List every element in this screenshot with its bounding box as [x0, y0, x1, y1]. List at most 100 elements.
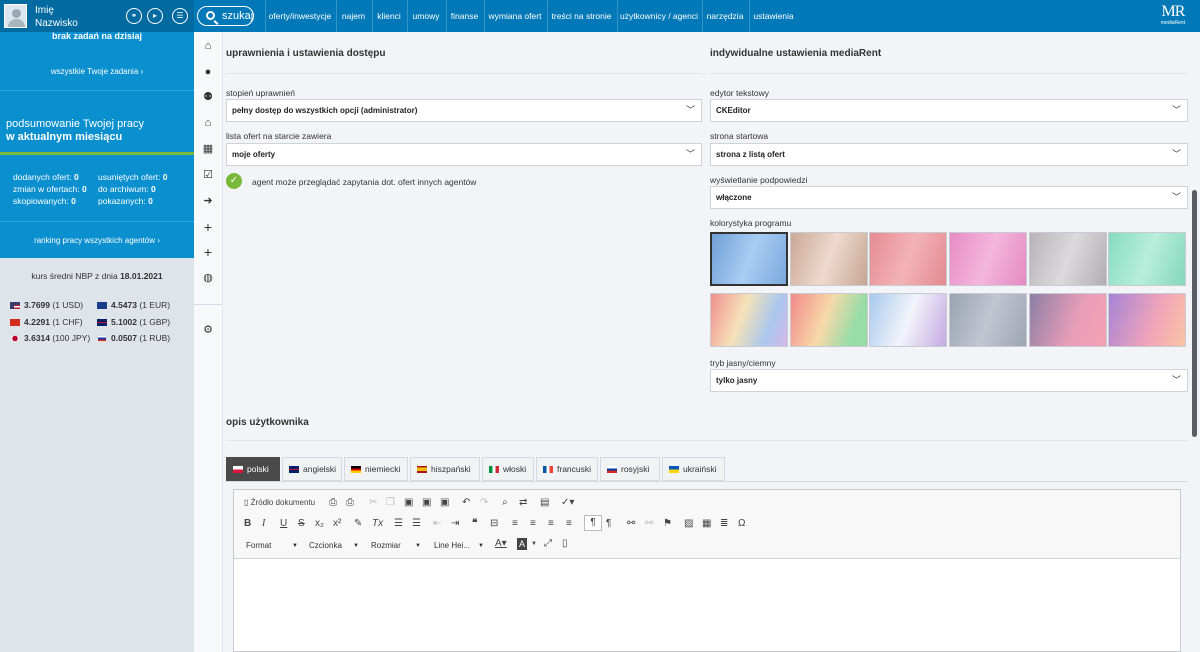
nav-settings[interactable]: ustawienia	[749, 0, 797, 32]
align-center-icon[interactable]: ≡	[530, 518, 536, 530]
underline-icon[interactable]: U	[280, 518, 287, 530]
format-combo[interactable]: Format ▼	[246, 540, 298, 552]
color-swatch-rainbow[interactable]	[710, 293, 788, 347]
nav-clients[interactable]: klienci	[372, 0, 405, 32]
bold-icon[interactable]: B	[244, 518, 251, 530]
text-color-icon[interactable]: A▾	[495, 538, 507, 550]
avatar[interactable]	[4, 4, 27, 28]
ranking-link[interactable]: ranking pracy wszystkich agentów ›	[0, 235, 194, 247]
color-swatch-sunset[interactable]	[790, 293, 868, 347]
size-combo[interactable]: Rozmiar ▼	[371, 540, 421, 552]
color-swatch-gray[interactable]	[1029, 232, 1107, 286]
nav-offers[interactable]: oferty/inwestycje	[265, 0, 334, 32]
scrollbar[interactable]	[1192, 190, 1197, 437]
share-icon[interactable]: ⚭	[126, 8, 142, 24]
calendar-icon[interactable]: ▦	[194, 142, 222, 156]
check-icon[interactable]: ✓	[226, 173, 242, 189]
cut-icon[interactable]: ✂	[369, 497, 377, 509]
subscript-icon[interactable]: x₂	[315, 518, 324, 530]
align-right-icon[interactable]: ≡	[548, 518, 554, 530]
select-all-icon[interactable]: ▤	[540, 497, 549, 509]
table-icon[interactable]: ▦	[702, 518, 711, 530]
preview-icon[interactable]: ⎙	[329, 497, 337, 509]
find-icon[interactable]: ⌕	[502, 497, 508, 509]
house-icon[interactable]: ⌂	[194, 116, 222, 130]
logout-icon[interactable]: ➜	[194, 194, 222, 208]
start-page-select[interactable]: strona z listą ofert ﹀	[710, 143, 1188, 166]
tab-niemiecki[interactable]: niemiecki	[344, 457, 408, 481]
nav-contracts[interactable]: umowy	[407, 0, 444, 32]
remove-format-icon[interactable]: Tx	[372, 518, 383, 530]
globe-icon[interactable]: ◍	[194, 271, 222, 285]
spellcheck-icon[interactable]: ✓▾	[561, 497, 574, 509]
plus-icon[interactable]: +	[194, 220, 222, 234]
editor-select[interactable]: CKEditor ﹀	[710, 99, 1188, 122]
nav-finance[interactable]: finanse	[446, 0, 482, 32]
line-height-combo[interactable]: Line Hei... ▼	[434, 540, 484, 552]
tab-hiszpanski[interactable]: hiszpański	[410, 457, 480, 481]
search-button[interactable]: szukaj	[197, 6, 254, 26]
forward-icon[interactable]: ▸	[147, 8, 163, 24]
paste-word-icon[interactable]: ▣	[440, 497, 449, 509]
users-menu-icon[interactable]: ☰	[172, 8, 188, 24]
nav-tools[interactable]: narzędzia	[702, 0, 747, 32]
source-button[interactable]: ▯ Źródło dokumentu	[244, 497, 315, 509]
color-swatch-sky[interactable]	[869, 293, 947, 347]
div-icon[interactable]: ⊟	[490, 518, 498, 530]
numbered-list-icon[interactable]: ☰	[394, 518, 403, 530]
copy-icon[interactable]: ❐	[386, 497, 395, 509]
nav-rent[interactable]: najem	[336, 0, 370, 32]
ltr-icon[interactable]: ¶	[584, 515, 602, 531]
mode-select[interactable]: tylko jasny ﹀	[710, 369, 1188, 392]
font-combo[interactable]: Czcionka ▼	[309, 540, 359, 552]
indent-icon[interactable]: ⇥	[451, 518, 459, 530]
bulleted-list-icon[interactable]: ☰	[412, 518, 421, 530]
blockquote-icon[interactable]: ❝	[472, 518, 477, 530]
bg-color-icon[interactable]: A	[517, 538, 528, 550]
home-icon[interactable]: ⌂	[194, 39, 222, 53]
tasks-icon[interactable]: ☑	[194, 168, 222, 182]
tab-polski[interactable]: polski	[226, 457, 280, 481]
user-icon[interactable]: ●	[194, 65, 222, 79]
anchor-icon[interactable]: ⚑	[663, 518, 672, 530]
color-swatch-red[interactable]	[869, 232, 947, 286]
color-swatch-dusk[interactable]	[1108, 293, 1186, 347]
tab-ukrainski[interactable]: ukraiński	[662, 457, 725, 481]
show-blocks-icon[interactable]: ▯	[562, 538, 568, 550]
maximize-icon[interactable]: ⤢	[544, 538, 552, 550]
tab-angielski[interactable]: angielski	[282, 457, 342, 481]
color-swatch-blue[interactable]	[710, 232, 788, 286]
print-icon[interactable]: ⎙	[346, 497, 354, 509]
color-swatch-pink[interactable]	[949, 232, 1027, 286]
add-user-icon[interactable]: ⚉	[194, 90, 222, 104]
undo-icon[interactable]: ↶	[462, 497, 470, 509]
superscript-icon[interactable]: x²	[333, 518, 341, 530]
color-swatch-slate[interactable]	[949, 293, 1027, 347]
redo-icon[interactable]: ↷	[480, 497, 488, 509]
settings-icon[interactable]: ⚙	[194, 323, 222, 337]
dropdown-arrow-icon[interactable]: ▼	[531, 538, 537, 550]
color-swatch-violet[interactable]	[1029, 293, 1107, 347]
nav-site-content[interactable]: treści na stronie	[547, 0, 615, 32]
tab-rosyjski[interactable]: rosyjski	[600, 457, 660, 481]
copy-format-icon[interactable]: ✎	[354, 518, 362, 530]
outdent-icon[interactable]: ⇤	[433, 518, 441, 530]
permission-select[interactable]: pełny dostęp do wszystkich opcji (admini…	[226, 99, 702, 122]
justify-icon[interactable]: ≡	[566, 518, 572, 530]
paste-text-icon[interactable]: ▣	[422, 497, 431, 509]
tab-wloski[interactable]: włoski	[482, 457, 534, 481]
all-tasks-link[interactable]: wszystkie Twoje zadania ›	[0, 66, 194, 78]
tab-francuski[interactable]: francuski	[536, 457, 598, 481]
unlink-icon[interactable]: ⚯	[645, 518, 653, 530]
special-char-icon[interactable]: Ω	[738, 518, 745, 530]
user-name[interactable]: Imię Nazwisko	[35, 4, 78, 30]
nav-offer-exchange[interactable]: wymiana ofert	[484, 0, 545, 32]
replace-icon[interactable]: ⇄	[519, 497, 527, 509]
nav-users-agents[interactable]: użytkownicy / agenci	[617, 0, 700, 32]
horizontal-line-icon[interactable]: ≣	[720, 518, 728, 530]
color-swatch-beige[interactable]	[790, 232, 868, 286]
color-swatch-mint[interactable]	[1108, 232, 1186, 286]
link-icon[interactable]: ⚯	[627, 518, 635, 530]
paste-icon[interactable]: ▣	[404, 497, 413, 509]
hints-select[interactable]: włączone ﹀	[710, 186, 1188, 209]
